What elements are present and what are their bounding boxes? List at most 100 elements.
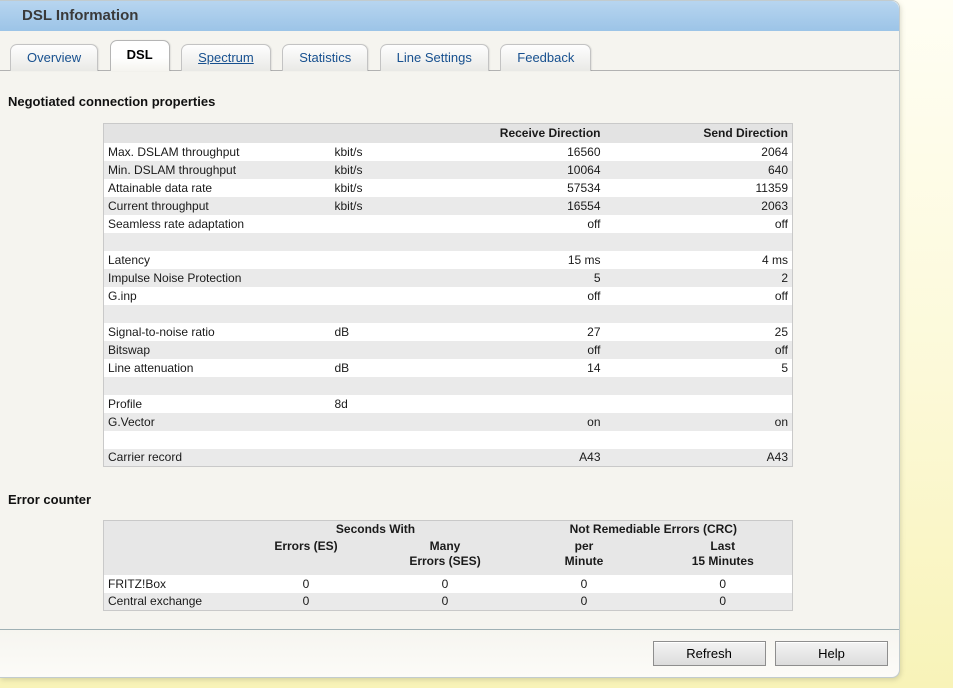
table-row: Profile 8d: [104, 395, 793, 413]
send-direction-header: Send Direction: [605, 124, 793, 143]
property-unit: kbit/s: [331, 161, 417, 179]
property-unit: [331, 287, 417, 305]
spacer-row: [104, 233, 793, 251]
property-label: [104, 233, 331, 251]
errors-es-value: 0: [237, 593, 376, 611]
property-label: G.Vector: [104, 413, 331, 431]
receive-value: 57534: [417, 179, 605, 197]
property-label: Current throughput: [104, 197, 331, 215]
tab-feedback-label: Feedback: [517, 50, 574, 65]
errors-es-value: 0: [237, 575, 376, 593]
property-label: Line attenuation: [104, 359, 331, 377]
table-row: Latency 15 ms 4 ms: [104, 251, 793, 269]
last-15-minutes-value: 0: [654, 593, 793, 611]
send-value: on: [605, 413, 793, 431]
send-value: A43: [605, 449, 793, 467]
property-label: Seamless rate adaptation: [104, 215, 331, 233]
help-button[interactable]: Help: [775, 641, 888, 666]
tab-line-settings[interactable]: Line Settings: [380, 44, 489, 71]
group-header-row: Seconds With Not Remediable Errors (CRC): [104, 521, 793, 538]
send-value: 4 ms: [605, 251, 793, 269]
property-label: Profile: [104, 395, 331, 413]
unit-column-header: [331, 124, 417, 143]
property-label: G.inp: [104, 287, 331, 305]
errors-es-header: Errors (ES): [237, 538, 376, 575]
table-row: G.inp off off: [104, 287, 793, 305]
table-row: Seamless rate adaptation off off: [104, 215, 793, 233]
spacer-row: [104, 305, 793, 323]
tab-line-settings-label: Line Settings: [397, 50, 472, 65]
device-label: FRITZ!Box: [104, 575, 237, 593]
property-unit: [331, 269, 417, 287]
table-row: Central exchange 0 0 0 0: [104, 593, 793, 611]
send-value: [605, 431, 793, 449]
tab-dsl[interactable]: DSL: [110, 40, 170, 71]
property-label: Max. DSLAM throughput: [104, 143, 331, 161]
receive-value: [417, 233, 605, 251]
receive-value: 15 ms: [417, 251, 605, 269]
property-label: Impulse Noise Protection: [104, 269, 331, 287]
property-unit: [331, 305, 417, 323]
spacer-row: [104, 377, 793, 395]
last-15-minutes-value: 0: [654, 575, 793, 593]
spacer-row: [104, 431, 793, 449]
tab-statistics-label: Statistics: [299, 50, 351, 65]
row-label-header: [104, 538, 237, 575]
tab-overview[interactable]: Overview: [10, 44, 98, 71]
device-label: Central exchange: [104, 593, 237, 611]
receive-value: 14: [417, 359, 605, 377]
tab-feedback[interactable]: Feedback: [500, 44, 591, 71]
per-minute-header: per Minute: [515, 538, 654, 575]
property-unit: [331, 233, 417, 251]
many-errors-ses-value: 0: [376, 575, 515, 593]
table-row: Impulse Noise Protection 5 2: [104, 269, 793, 287]
send-value: 640: [605, 161, 793, 179]
property-unit: 8d: [331, 395, 417, 413]
send-value: 2064: [605, 143, 793, 161]
table-row: Signal-to-noise ratio dB 27 25: [104, 323, 793, 341]
crc-group-header: Not Remediable Errors (CRC): [515, 521, 793, 538]
send-value: [605, 395, 793, 413]
table-row: Max. DSLAM throughput kbit/s 16560 2064: [104, 143, 793, 161]
send-value: off: [605, 287, 793, 305]
table-header-row: Receive Direction Send Direction: [104, 124, 793, 143]
tab-overview-label: Overview: [27, 50, 81, 65]
property-unit: kbit/s: [331, 197, 417, 215]
connection-properties-heading: Negotiated connection properties: [8, 94, 899, 109]
receive-value: [417, 305, 605, 323]
table-row: Bitswap off off: [104, 341, 793, 359]
table-row: FRITZ!Box 0 0 0 0: [104, 575, 793, 593]
property-label: Attainable data rate: [104, 179, 331, 197]
table-row: Attainable data rate kbit/s 57534 11359: [104, 179, 793, 197]
property-unit: kbit/s: [331, 143, 417, 161]
table-row: Line attenuation dB 14 5: [104, 359, 793, 377]
receive-value: [417, 395, 605, 413]
receive-value: on: [417, 413, 605, 431]
tab-spectrum[interactable]: Spectrum: [181, 44, 271, 71]
send-value: off: [605, 341, 793, 359]
receive-value: 5: [417, 269, 605, 287]
send-value: [605, 377, 793, 395]
per-minute-value: 0: [515, 593, 654, 611]
property-unit: kbit/s: [331, 179, 417, 197]
many-errors-ses-header: Many Errors (SES): [376, 538, 515, 575]
column-header-row: Errors (ES) Many Errors (SES) per Minute…: [104, 538, 793, 575]
dsl-information-panel: DSL Information Overview DSL Spectrum St…: [0, 0, 900, 678]
property-column-header: [104, 124, 331, 143]
property-unit: [331, 251, 417, 269]
table-row: Min. DSLAM throughput kbit/s 10064 640: [104, 161, 793, 179]
property-unit: [331, 341, 417, 359]
table-row: G.Vector on on: [104, 413, 793, 431]
error-counter-heading: Error counter: [8, 492, 899, 507]
send-value: 2063: [605, 197, 793, 215]
receive-value: off: [417, 215, 605, 233]
property-label: Latency: [104, 251, 331, 269]
per-minute-value: 0: [515, 575, 654, 593]
receive-value: [417, 431, 605, 449]
error-counter-table: Seconds With Not Remediable Errors (CRC)…: [103, 520, 793, 611]
tab-statistics[interactable]: Statistics: [282, 44, 368, 71]
connection-properties-table: Receive Direction Send Direction Max. DS…: [103, 123, 793, 467]
send-value: 5: [605, 359, 793, 377]
property-unit: [331, 449, 417, 467]
refresh-button[interactable]: Refresh: [653, 641, 766, 666]
